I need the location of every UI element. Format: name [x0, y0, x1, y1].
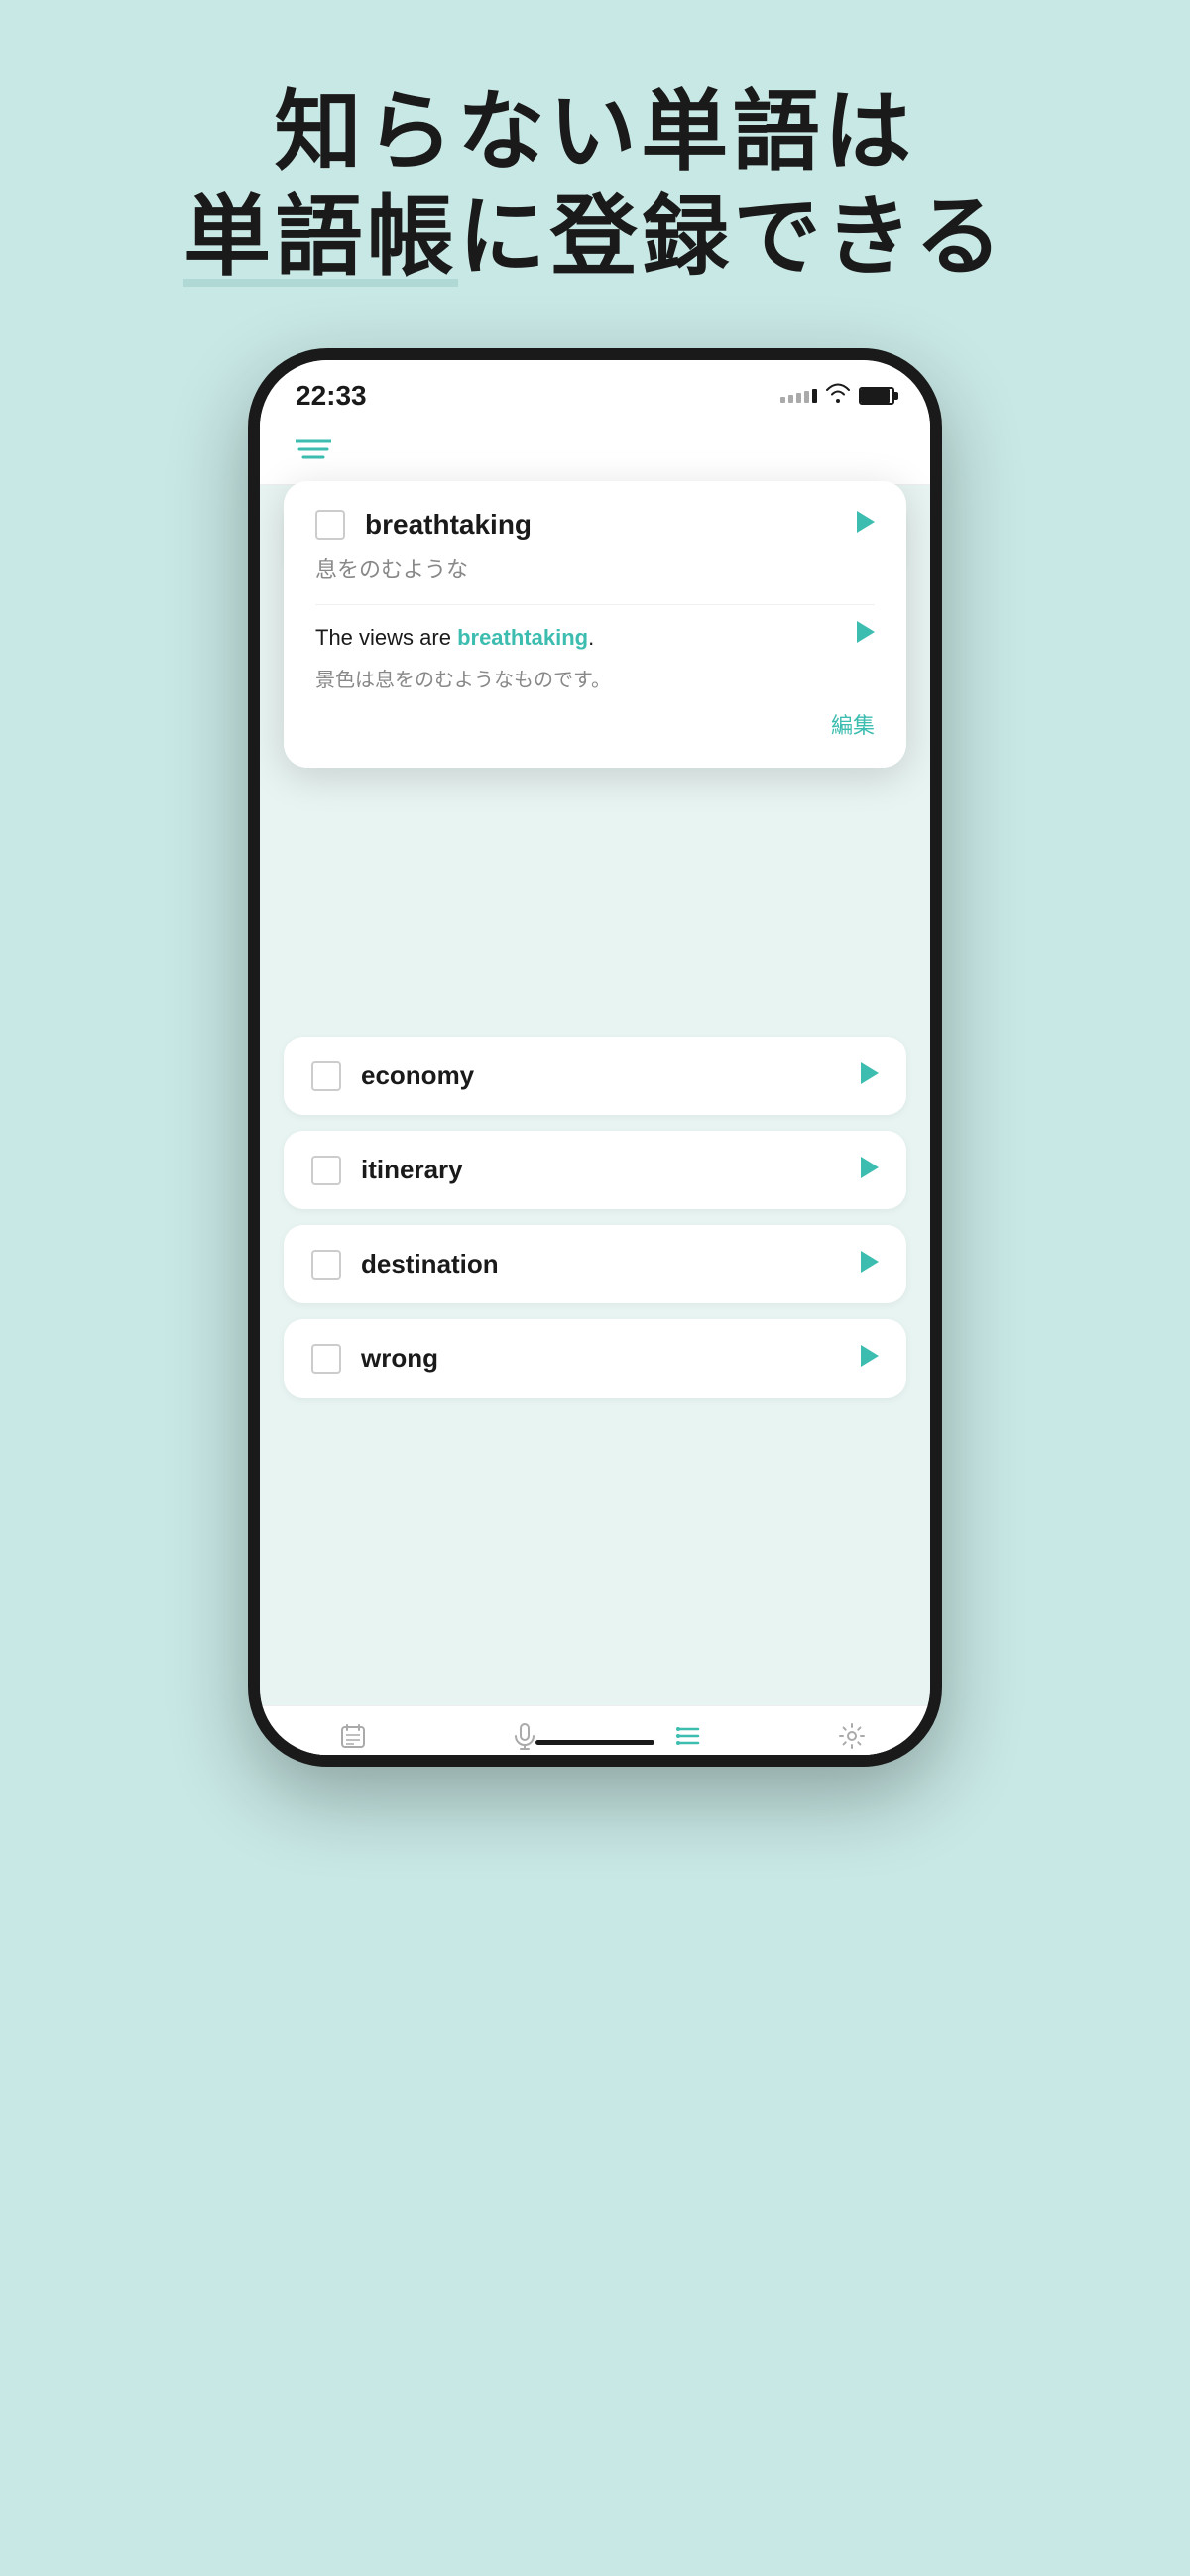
- nav-settings-label: 設定: [836, 1763, 868, 1767]
- nav-log-icon: [339, 1722, 367, 1757]
- phone-mockup-wrapper: 22:33: [0, 348, 1190, 1767]
- word-card-destination-left: destination: [311, 1249, 499, 1280]
- play-btn-sentence[interactable]: [857, 621, 875, 649]
- checkbox-destination[interactable]: [311, 1250, 341, 1280]
- nav-item-log[interactable]: 学習ログ: [321, 1722, 385, 1767]
- play-btn-economy[interactable]: [861, 1062, 879, 1090]
- sentence-highlight: breathtaking: [457, 625, 588, 650]
- popup-word-row: breathtaking: [315, 509, 875, 541]
- header-line2-rest: に登録できる: [458, 187, 1007, 286]
- word-card-wrong-left: wrong: [311, 1343, 438, 1374]
- popup-edit-button[interactable]: 編集: [315, 708, 875, 740]
- nav-talk-label: 会話: [509, 1763, 540, 1767]
- nav-settings-icon: [838, 1722, 866, 1757]
- bottom-nav: 学習ログ 会話: [260, 1705, 930, 1767]
- word-card-wrong[interactable]: wrong: [284, 1319, 906, 1398]
- checkbox-itinerary[interactable]: [311, 1156, 341, 1185]
- word-card-economy-left: economy: [311, 1060, 474, 1091]
- status-bar: 22:33: [260, 360, 930, 422]
- nav-item-vocab[interactable]: 単語帳: [664, 1722, 712, 1767]
- popup-word-text: breathtaking: [365, 509, 532, 541]
- checkbox-economy[interactable]: [311, 1061, 341, 1091]
- sentence-before: The views are: [315, 625, 457, 650]
- word-card-itinerary-left: itinerary: [311, 1155, 463, 1185]
- nav-item-settings[interactable]: 設定: [836, 1722, 868, 1767]
- battery-icon: [859, 387, 894, 405]
- status-icons: [780, 383, 894, 409]
- checkbox-wrong[interactable]: [311, 1344, 341, 1374]
- word-list-lower: economy itinerary: [260, 1037, 930, 1398]
- nav-talk-icon: [511, 1722, 538, 1757]
- play-btn-itinerary[interactable]: [861, 1157, 879, 1184]
- status-time: 22:33: [296, 380, 367, 412]
- header-line1: 知らない単語は: [0, 79, 1190, 184]
- nav-vocab-label: 単語帳: [664, 1763, 712, 1767]
- word-card-destination[interactable]: destination: [284, 1225, 906, 1303]
- popup-word-left: breathtaking: [315, 509, 532, 541]
- filter-bar[interactable]: [260, 422, 930, 485]
- word-card-itinerary[interactable]: itinerary: [284, 1131, 906, 1209]
- popup-sentence-row: The views are breathtaking.: [315, 621, 875, 654]
- popup-translation: 景色は息をのむようなものです。: [315, 664, 875, 692]
- sentence-after: .: [588, 625, 594, 650]
- popup-meaning: 息をのむような: [315, 552, 875, 584]
- play-btn-breathtaking[interactable]: [857, 511, 875, 539]
- app-content: worth breathtaking: [260, 422, 930, 1767]
- popup-sentence: The views are breathtaking.: [315, 621, 845, 654]
- nav-log-label: 学習ログ: [321, 1763, 385, 1767]
- header-underline-word: 単語帳: [183, 184, 458, 290]
- wifi-icon: [825, 383, 851, 409]
- word-itinerary-text: itinerary: [361, 1155, 463, 1185]
- home-indicator: [536, 1740, 654, 1745]
- play-btn-wrong[interactable]: [861, 1345, 879, 1373]
- word-destination-text: destination: [361, 1249, 499, 1280]
- checkbox-breathtaking[interactable]: [315, 510, 345, 540]
- word-wrong-text: wrong: [361, 1343, 438, 1374]
- popup-divider: [315, 604, 875, 605]
- header-title: 知らない単語は 単語帳に登録できる: [0, 79, 1190, 289]
- play-btn-destination[interactable]: [861, 1251, 879, 1279]
- header-section: 知らない単語は 単語帳に登録できる: [0, 0, 1190, 348]
- phone-mockup: 22:33: [248, 348, 942, 1767]
- word-economy-text: economy: [361, 1060, 474, 1091]
- signal-icon: [780, 389, 817, 403]
- header-line2: 単語帳に登録できる: [0, 184, 1190, 290]
- filter-icon[interactable]: [296, 440, 331, 467]
- word-card-economy[interactable]: economy: [284, 1037, 906, 1115]
- popup-card: breathtaking 息をのむような The views are breat…: [284, 481, 906, 768]
- nav-vocab-icon: [674, 1722, 702, 1757]
